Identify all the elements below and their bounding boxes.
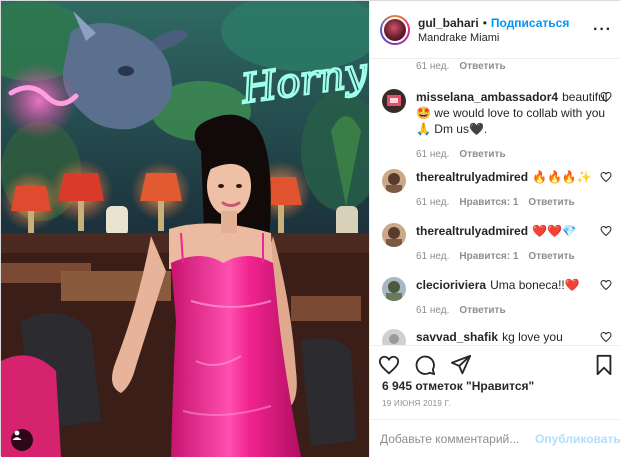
commenter-avatar[interactable] [382, 89, 406, 113]
share-icon[interactable] [450, 354, 472, 376]
comment-input[interactable] [380, 431, 535, 446]
comment-like-heart-icon[interactable] [600, 331, 612, 343]
reply-button[interactable]: Ответить [528, 195, 574, 211]
post-action-bar [370, 345, 620, 383]
reply-button[interactable]: Ответить [459, 303, 505, 319]
commenter-username[interactable]: therealtrulyadmired [416, 170, 528, 184]
author-avatar[interactable] [380, 14, 410, 45]
comment-text: 🔥🔥🔥✨ [532, 170, 592, 184]
author-username[interactable]: gul_bahari [418, 16, 479, 30]
post-side-panel: gul_bahari • Подписаться Mandrake Miami … [369, 1, 620, 457]
header-separator: • [482, 15, 487, 30]
reply-button[interactable]: Ответить [528, 249, 574, 265]
reply-button[interactable]: Ответить [459, 61, 505, 72]
post-photo[interactable]: Horny [1, 1, 369, 457]
post-location[interactable]: Mandrake Miami [418, 32, 569, 44]
follow-button[interactable]: Подписаться [491, 16, 569, 30]
comment-like-count[interactable]: Нравится: 1 [459, 195, 518, 211]
comment-meta: 61 нед. Нравится: 1 Ответить [416, 249, 592, 265]
commenter-username[interactable]: therealtrulyadmired [416, 224, 528, 238]
comment-meta: 61 нед. Ответить [416, 147, 607, 163]
commenter-avatar[interactable] [382, 329, 406, 345]
publish-button[interactable]: Опубликовать [535, 432, 620, 446]
commenter-username[interactable]: clecioriviera [416, 278, 486, 292]
instagram-post-modal: Horny gul_bahari • Подписаться Mandrake … [0, 0, 620, 457]
comment-like-heart-icon[interactable] [600, 171, 612, 183]
comment-age: 61 нед. [416, 61, 450, 72]
comment-meta: 61 нед. Ответить [416, 61, 506, 72]
comment-like-heart-icon[interactable] [600, 279, 612, 291]
comment-age: 61 нед. [416, 305, 450, 316]
commenter-username[interactable]: savvad_shafik [416, 330, 498, 344]
add-comment-bar: Опубликовать [370, 419, 620, 457]
comment-item: savvad_shafikkg love you baby [382, 329, 612, 345]
comment-item: therealtrulyadmired 🔥🔥🔥✨ 61 нед. Нравится… [382, 169, 612, 211]
commenter-username[interactable]: misselana_ambassador4 [416, 90, 558, 104]
comment-icon[interactable] [414, 354, 436, 376]
comment-like-heart-icon[interactable] [600, 91, 612, 103]
comment-meta: 61 нед. Ответить [416, 303, 592, 319]
photo-illustration: Horny [1, 1, 369, 457]
comment-text: Uma boneca!!❤️ [490, 278, 580, 292]
comment-item: clecioriviera Uma boneca!!❤️ 61 нед. Отве… [382, 277, 612, 319]
commenter-avatar[interactable] [382, 223, 406, 247]
bookmark-icon[interactable] [594, 354, 614, 376]
likes-count[interactable]: 6 945 отметок "Нравится" [382, 379, 534, 393]
comment-text: ❤️❤️💎 [532, 224, 577, 238]
comment-item: misselana_ambassador4 beautiful 🤩 we woul… [382, 89, 612, 163]
comment-age: 61 нед. [416, 149, 450, 160]
comment-meta: 61 нед. Нравится: 1 Ответить [416, 195, 592, 211]
comment-age: 61 нед. [416, 197, 450, 208]
user-tag-icon [12, 430, 22, 440]
comment-age: 61 нед. [416, 251, 450, 262]
heart-icon[interactable] [378, 354, 400, 376]
post-date[interactable]: 19 ИЮНЯ 2019 Г. [382, 399, 451, 408]
comments-list[interactable]: 61 нед. Ответить misselana_ambassador4 be… [370, 59, 620, 345]
comment-like-heart-icon[interactable] [600, 225, 612, 237]
user-tag-button[interactable] [11, 429, 33, 451]
commenter-avatar[interactable] [382, 169, 406, 193]
post-header: gul_bahari • Подписаться Mandrake Miami … [370, 1, 620, 59]
comment-item: therealtrulyadmired ❤️❤️💎 61 нед. Нравитс… [382, 223, 612, 265]
more-horizontal-icon[interactable]: ··· [593, 21, 612, 39]
reply-button[interactable]: Ответить [459, 147, 505, 163]
commenter-avatar[interactable] [382, 277, 406, 301]
comment-like-count[interactable]: Нравится: 1 [459, 249, 518, 265]
